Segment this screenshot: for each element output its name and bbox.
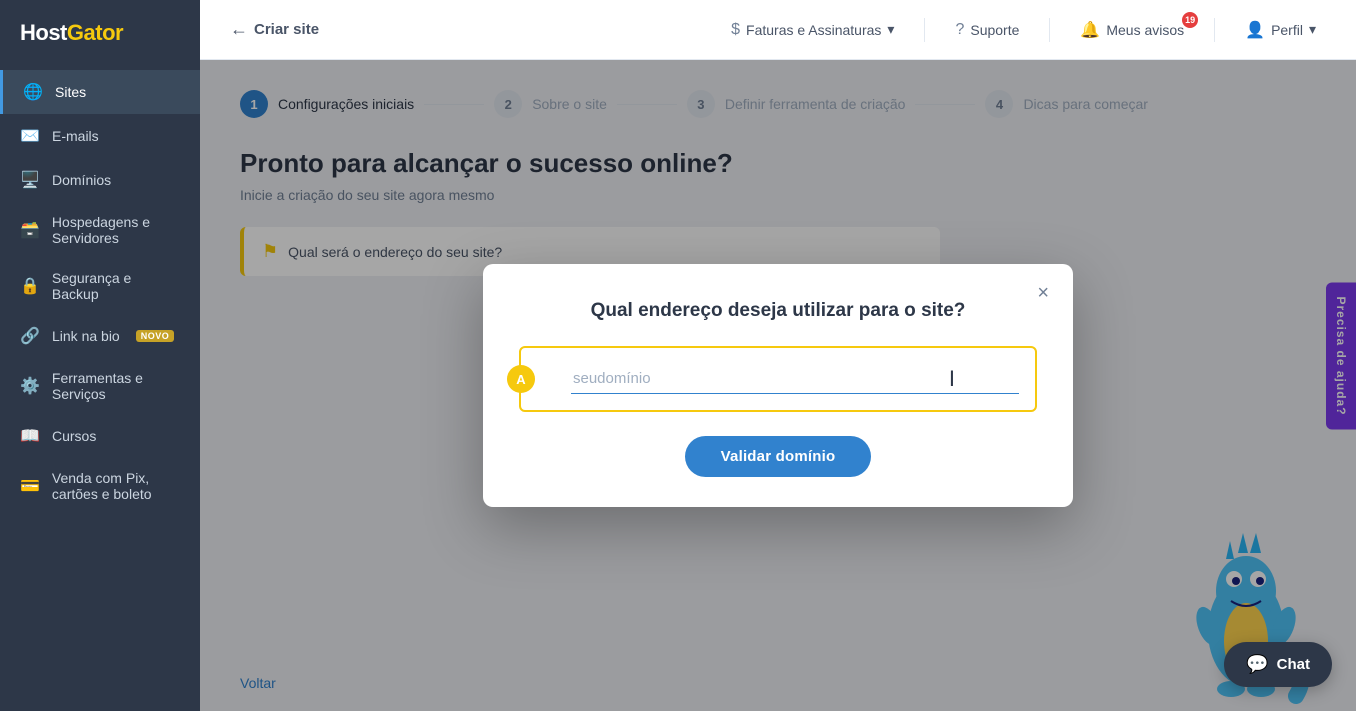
modal-close-button[interactable]: × bbox=[1029, 278, 1057, 309]
linkbio-icon: 🔗 bbox=[20, 326, 40, 346]
sidebar-item-courses[interactable]: 📖 Cursos bbox=[0, 414, 200, 458]
logo: HostGator bbox=[0, 0, 200, 70]
sidebar-item-label: Segurança e Backup bbox=[52, 270, 180, 302]
support-label: Suporte bbox=[970, 22, 1019, 38]
page-content: 1 Configurações iniciais 2 Sobre o site … bbox=[200, 60, 1356, 711]
sidebar-item-label: Cursos bbox=[52, 428, 96, 444]
modal-title: Qual endereço deseja utilizar para o sit… bbox=[519, 300, 1037, 322]
billing-label: Faturas e Assinaturas bbox=[746, 22, 881, 38]
domains-icon: 🖥️ bbox=[20, 170, 40, 190]
back-label: Criar site bbox=[254, 21, 319, 38]
sidebar-item-pix[interactable]: 💳 Venda com Pix, cartões e boleto bbox=[0, 458, 200, 514]
chat-icon: 💬 bbox=[1246, 654, 1268, 675]
pix-icon: 💳 bbox=[20, 476, 40, 496]
sidebar-item-domains[interactable]: 🖥️ Domínios bbox=[0, 158, 200, 202]
new-badge: NOVO bbox=[136, 330, 175, 342]
text-cursor-icon: I bbox=[949, 366, 955, 392]
sidebar-item-label: Domínios bbox=[52, 172, 111, 188]
sidebar-item-sites[interactable]: 🌐 Sites bbox=[0, 70, 200, 114]
billing-icon: $ bbox=[731, 21, 740, 39]
profile-label: Perfil bbox=[1271, 22, 1303, 38]
notifications-badge: 19 bbox=[1182, 12, 1198, 28]
security-icon: 🔒 bbox=[20, 276, 40, 296]
sidebar-item-security[interactable]: 🔒 Segurança e Backup bbox=[0, 258, 200, 314]
notifications-label: Meus avisos bbox=[1106, 22, 1184, 38]
sidebar-item-label: Hospedagens e Servidores bbox=[52, 214, 180, 246]
profile-nav-item[interactable]: 👤 Perfil ▾ bbox=[1235, 14, 1326, 46]
support-nav-item[interactable]: ? Suporte bbox=[945, 15, 1029, 45]
validate-domain-button[interactable]: Validar domínio bbox=[685, 436, 872, 477]
sidebar-item-hosting[interactable]: 🗃️ Hospedagens e Servidores bbox=[0, 202, 200, 258]
back-button[interactable]: ← Criar site bbox=[230, 19, 319, 40]
sidebar-item-label: Sites bbox=[55, 84, 86, 100]
profile-chevron-icon: ▾ bbox=[1309, 21, 1316, 38]
nav-divider bbox=[924, 18, 925, 42]
billing-nav-item[interactable]: $ Faturas e Assinaturas ▾ bbox=[721, 15, 904, 45]
modal: × Qual endereço deseja utilizar para o s… bbox=[483, 264, 1073, 507]
sidebar-item-linkbio[interactable]: 🔗 Link na bio NOVO bbox=[0, 314, 200, 358]
sites-icon: 🌐 bbox=[23, 82, 43, 102]
billing-chevron-icon: ▾ bbox=[887, 21, 894, 38]
hosting-icon: 🗃️ bbox=[20, 220, 40, 240]
sidebar-item-tools[interactable]: ⚙️ Ferramentas e Serviços bbox=[0, 358, 200, 414]
courses-icon: 📖 bbox=[20, 426, 40, 446]
sidebar-item-label: Ferramentas e Serviços bbox=[52, 370, 180, 402]
support-icon: ? bbox=[955, 21, 964, 39]
sidebar-item-label: Venda com Pix, cartões e boleto bbox=[52, 470, 180, 502]
emails-icon: ✉️ bbox=[20, 126, 40, 146]
nav-divider-3 bbox=[1214, 18, 1215, 42]
sidebar-item-label: E-mails bbox=[52, 128, 99, 144]
notifications-nav-item[interactable]: 🔔 19 Meus avisos bbox=[1070, 14, 1194, 46]
sidebar-item-label: Link na bio bbox=[52, 328, 120, 344]
modal-overlay: × Qual endereço deseja utilizar para o s… bbox=[200, 60, 1356, 711]
back-arrow-icon: ← bbox=[230, 19, 248, 40]
tools-icon: ⚙️ bbox=[20, 376, 40, 396]
chat-label: Chat bbox=[1277, 656, 1310, 673]
chat-button[interactable]: 💬 Chat bbox=[1224, 642, 1332, 687]
main-content: ← Criar site $ Faturas e Assinaturas ▾ ?… bbox=[200, 0, 1356, 711]
step-badge: A bbox=[507, 365, 535, 393]
sidebar-item-emails[interactable]: ✉️ E-mails bbox=[0, 114, 200, 158]
profile-icon: 👤 bbox=[1245, 20, 1265, 40]
bell-icon: 🔔 bbox=[1080, 20, 1100, 40]
topnav: ← Criar site $ Faturas e Assinaturas ▾ ?… bbox=[200, 0, 1356, 60]
domain-input-area: A I bbox=[519, 346, 1037, 412]
nav-divider-2 bbox=[1049, 18, 1050, 42]
sidebar: HostGator 🌐 Sites ✉️ E-mails 🖥️ Domínios… bbox=[0, 0, 200, 711]
